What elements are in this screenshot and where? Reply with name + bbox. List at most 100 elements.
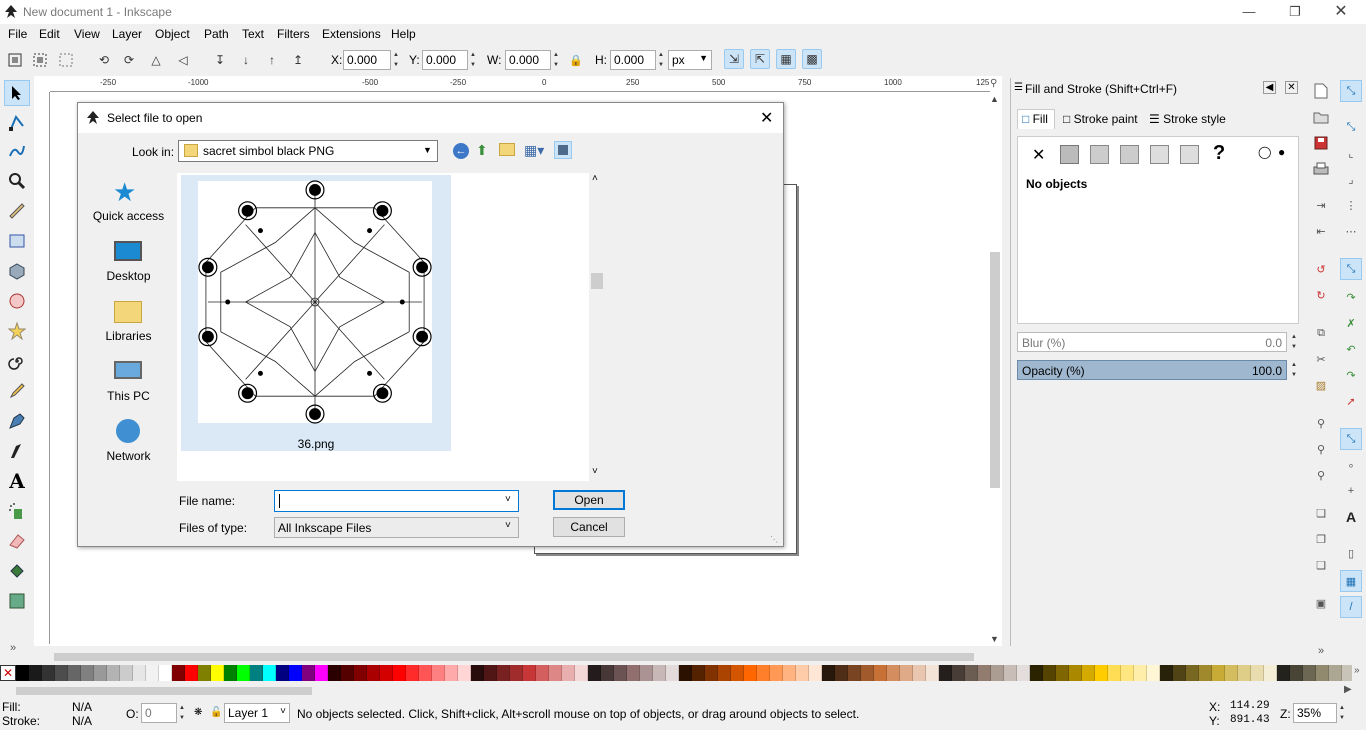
- x-spinner-icon[interactable]: ▲ ▼: [391, 50, 401, 70]
- file-name-input[interactable]: ˅: [274, 490, 519, 512]
- resize-grip-icon[interactable]: ⋱: [770, 535, 778, 544]
- blur-spinner-icon[interactable]: ▲ ▼: [1289, 332, 1299, 352]
- color-swatch[interactable]: [588, 665, 601, 681]
- copy-icon[interactable]: ⧉: [1312, 324, 1330, 342]
- color-swatch[interactable]: [1069, 665, 1082, 681]
- place-network[interactable]: Network: [86, 415, 171, 475]
- color-swatch[interactable]: [1303, 665, 1316, 681]
- opacity-input[interactable]: 0: [141, 703, 177, 723]
- menu-text[interactable]: Text: [242, 27, 264, 41]
- pen-tool-icon[interactable]: [4, 408, 30, 434]
- h-spinner-icon[interactable]: ▲ ▼: [656, 50, 666, 70]
- import-icon[interactable]: ⇥: [1312, 196, 1330, 214]
- pattern-icon[interactable]: [1150, 145, 1169, 164]
- color-swatch[interactable]: [718, 665, 731, 681]
- color-swatch[interactable]: [809, 665, 822, 681]
- view-menu-icon[interactable]: ▦▾: [524, 142, 544, 159]
- new-document-icon[interactable]: [1312, 82, 1330, 100]
- color-swatch[interactable]: [692, 665, 705, 681]
- files-of-type-select[interactable]: All Inkscape Files ˅: [274, 517, 519, 538]
- lower-icon[interactable]: ↓: [236, 50, 256, 70]
- color-swatch[interactable]: [913, 665, 926, 681]
- color-swatch[interactable]: [939, 665, 952, 681]
- color-swatch[interactable]: [341, 665, 354, 681]
- color-swatch[interactable]: [1238, 665, 1251, 681]
- color-swatch[interactable]: [1173, 665, 1186, 681]
- color-swatch[interactable]: [16, 665, 29, 681]
- menu-file[interactable]: File: [8, 27, 27, 41]
- restore-icon[interactable]: ❐: [1272, 2, 1318, 22]
- snap-guide-icon[interactable]: /: [1340, 596, 1362, 618]
- color-swatch[interactable]: [276, 665, 289, 681]
- color-swatch[interactable]: [549, 665, 562, 681]
- color-swatch[interactable]: [42, 665, 55, 681]
- scroll-down-icon[interactable]: ˅: [592, 466, 598, 477]
- place-this-pc[interactable]: This PC: [86, 355, 171, 415]
- snap-bbox-midpoint-icon[interactable]: ⋮: [1342, 196, 1360, 214]
- file-list-scrollbar[interactable]: ˄ ˅: [589, 173, 605, 481]
- new-folder-icon[interactable]: [499, 143, 515, 156]
- no-paint-icon[interactable]: ✕: [1032, 145, 1045, 165]
- tab-stroke-style[interactable]: ☰ Stroke style: [1145, 109, 1237, 129]
- color-swatch[interactable]: [1277, 665, 1290, 681]
- scroll-right-icon[interactable]: ▶: [1344, 684, 1352, 695]
- color-swatch[interactable]: [380, 665, 393, 681]
- toolbox-overflow-icon[interactable]: »: [10, 642, 16, 654]
- color-swatch[interactable]: [471, 665, 484, 681]
- color-swatch[interactable]: [757, 665, 770, 681]
- zoom-page-icon[interactable]: ⚲: [1312, 466, 1330, 484]
- menu-edit[interactable]: Edit: [39, 27, 60, 41]
- zoom-input[interactable]: 35%: [1293, 703, 1337, 723]
- snap-cusp-icon[interactable]: ↶: [1342, 340, 1360, 358]
- snap-smooth-icon[interactable]: ↷: [1342, 366, 1360, 384]
- color-swatch[interactable]: [1251, 665, 1264, 681]
- paint-bucket-tool-icon[interactable]: [4, 558, 30, 584]
- tab-stroke-paint[interactable]: □ Stroke paint: [1059, 109, 1145, 129]
- color-swatch[interactable]: [1264, 665, 1277, 681]
- color-swatch[interactable]: [1160, 665, 1173, 681]
- snap-bbox-edge-icon[interactable]: ⌞: [1342, 144, 1360, 162]
- snap-enable-icon[interactable]: ⤡: [1340, 80, 1362, 102]
- tab-fill[interactable]: □ Fill: [1017, 109, 1055, 129]
- color-swatch[interactable]: [640, 665, 653, 681]
- color-swatch[interactable]: [55, 665, 68, 681]
- color-swatch[interactable]: [705, 665, 718, 681]
- snap-grid-icon[interactable]: ▦: [1340, 570, 1362, 592]
- menu-view[interactable]: View: [74, 27, 100, 41]
- undo-icon[interactable]: ↺: [1312, 260, 1330, 278]
- color-swatch[interactable]: [666, 665, 679, 681]
- file-list-scroll-thumb[interactable]: [591, 273, 603, 289]
- color-swatch[interactable]: [887, 665, 900, 681]
- color-swatch[interactable]: [302, 665, 315, 681]
- color-swatch[interactable]: [263, 665, 276, 681]
- color-swatch[interactable]: [848, 665, 861, 681]
- calligraphy-tool-icon[interactable]: [4, 438, 30, 464]
- color-swatch[interactable]: [1082, 665, 1095, 681]
- raise-icon[interactable]: ↑: [262, 50, 282, 70]
- open-document-icon[interactable]: [1312, 108, 1330, 126]
- snap-others-icon[interactable]: ⤡: [1340, 428, 1362, 450]
- color-swatch[interactable]: [1017, 665, 1030, 681]
- color-swatch[interactable]: [1004, 665, 1017, 681]
- snap-intersection-icon[interactable]: ✗: [1342, 314, 1360, 332]
- selector-tool-icon[interactable]: [4, 80, 30, 106]
- save-icon[interactable]: [1312, 134, 1330, 152]
- file-item[interactable]: 36.png: [181, 175, 451, 451]
- color-swatch[interactable]: [172, 665, 185, 681]
- scale-stroke-icon[interactable]: ⇲: [724, 49, 744, 69]
- y-input[interactable]: 0.000: [422, 50, 468, 70]
- print-icon[interactable]: [1312, 160, 1330, 178]
- panel-close-icon[interactable]: ✕: [1285, 81, 1298, 94]
- color-swatch[interactable]: [198, 665, 211, 681]
- rotate-cw-icon[interactable]: ⟳: [119, 50, 139, 70]
- color-swatch[interactable]: [445, 665, 458, 681]
- snap-bbox-center-icon[interactable]: ⋯: [1342, 222, 1360, 240]
- eraser-tool-icon[interactable]: [4, 528, 30, 554]
- color-swatch[interactable]: [81, 665, 94, 681]
- color-swatch[interactable]: [744, 665, 757, 681]
- menu-help[interactable]: Help: [391, 27, 416, 41]
- color-swatch[interactable]: [133, 665, 146, 681]
- dialog-close-icon[interactable]: ✕: [760, 108, 773, 128]
- preview-toggle-icon[interactable]: [554, 141, 572, 159]
- color-swatch[interactable]: [237, 665, 250, 681]
